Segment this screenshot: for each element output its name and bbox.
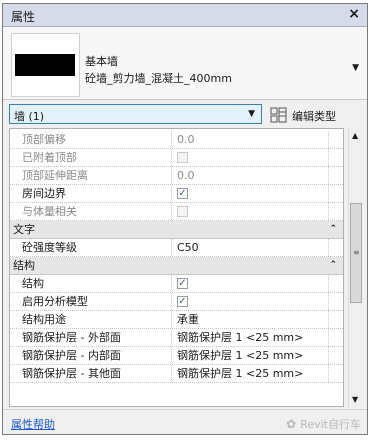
type-family-label: 基本墙 <box>85 55 118 68</box>
property-row: 顶部延伸距离 0.0 <box>10 167 343 185</box>
row-gutter <box>328 311 343 328</box>
scroll-down-icon[interactable]: ▼ <box>352 395 358 404</box>
property-name: 房间边界 <box>10 185 172 202</box>
row-gutter <box>328 329 343 346</box>
property-name: 结构用途 <box>10 311 172 328</box>
row-gutter <box>328 239 343 256</box>
wall-swatch <box>15 54 75 76</box>
type-preview-image <box>11 33 80 97</box>
row-gutter <box>328 275 343 292</box>
row-gutter <box>328 149 343 166</box>
property-value: ✓ <box>173 275 329 292</box>
property-name: 结构 <box>10 275 172 292</box>
property-group-header[interactable]: 文字 ⌃ <box>10 221 343 239</box>
properties-grid: 顶部偏移 0.0 已附着顶部 顶部延伸距离 0.0 房间边界 ✓ 与体量相关 文字 ⌃ 砼强度等级 C… <box>9 128 344 407</box>
property-value: 0.0 <box>177 133 195 146</box>
watermark: ✿ Revit自行车 <box>286 416 361 432</box>
property-row: 钢筋保护层 - 内部面 钢筋保护层 1 <25 mm> <box>10 347 343 365</box>
property-name: 钢筋保护层 - 内部面 <box>10 347 172 364</box>
property-value[interactable]: 钢筋保护层 1 <25 mm> <box>173 347 329 364</box>
edit-type-icon <box>270 107 287 123</box>
row-gutter <box>328 167 343 184</box>
row-gutter <box>328 347 343 364</box>
type-selector[interactable]: 基本墙 砼墙_剪力墙_混凝土_400mm ▼ <box>3 27 367 100</box>
property-row: 顶部偏移 0.0 <box>10 131 343 149</box>
property-value[interactable]: 钢筋保护层 1 <25 mm> <box>173 365 329 382</box>
chevron-down-icon[interactable]: ▼ <box>248 109 255 119</box>
checkbox-unchecked <box>177 152 188 163</box>
checkbox-checked[interactable]: ✓ <box>177 296 188 307</box>
checkbox-checked[interactable]: ✓ <box>177 278 188 289</box>
row-gutter <box>328 185 343 202</box>
properties-help-link[interactable]: 属性帮助 <box>11 416 55 432</box>
property-row: 钢筋保护层 - 外部面 钢筋保护层 1 <25 mm> <box>10 329 343 347</box>
properties-palette: 属性 × 基本墙 砼墙_剪力墙_混凝土_400mm ▼ 墙 (1) ▼ 编辑类型… <box>2 3 368 435</box>
chevron-down-icon[interactable]: ▼ <box>352 63 359 73</box>
instance-filter-dropdown[interactable]: 墙 (1) ▼ <box>9 104 262 124</box>
property-row: 与体量相关 <box>10 203 343 221</box>
property-name: 顶部延伸距离 <box>10 167 172 184</box>
property-name: 已附着顶部 <box>10 149 172 166</box>
collapse-icon[interactable]: ⌃ <box>329 257 337 274</box>
instance-filter-value: 墙 (1) <box>14 110 45 123</box>
property-value[interactable]: 承重 <box>173 311 329 328</box>
close-icon[interactable]: × <box>348 6 360 22</box>
row-gutter <box>328 293 343 310</box>
checkbox-checked[interactable]: ✓ <box>177 188 188 199</box>
property-value: ✓ <box>173 293 329 310</box>
type-name-label: 砼墙_剪力墙_混凝土_400mm <box>85 72 232 85</box>
row-gutter <box>328 203 343 220</box>
checkbox-unchecked <box>177 206 188 217</box>
group-label: 文字 <box>13 223 35 236</box>
property-value: 0.0 <box>177 169 195 182</box>
property-name: 钢筋保护层 - 其他面 <box>10 365 172 382</box>
property-row: 结构 ✓ <box>10 275 343 293</box>
property-row: 房间边界 ✓ <box>10 185 343 203</box>
row-gutter <box>328 365 343 382</box>
property-name: 钢筋保护层 - 外部面 <box>10 329 172 346</box>
wechat-icon: ✿ <box>286 417 297 431</box>
property-value[interactable]: 钢筋保护层 1 <25 mm> <box>173 329 329 346</box>
property-row: 钢筋保护层 - 其他面 钢筋保护层 1 <25 mm> <box>10 365 343 383</box>
palette-titlebar: 属性 × <box>3 4 367 27</box>
property-group-header[interactable]: 结构 ⌃ <box>10 257 343 275</box>
property-row: 砼强度等级 C50 <box>10 239 343 257</box>
property-name: 启用分析模型 <box>10 293 172 310</box>
property-row: 已附着顶部 <box>10 149 343 167</box>
grid-scrollbar[interactable]: ▲ ≡ ▼ <box>348 128 363 407</box>
property-row: 启用分析模型 ✓ <box>10 293 343 311</box>
property-value: ✓ <box>173 185 329 202</box>
group-label: 结构 <box>13 259 35 272</box>
filter-row: 墙 (1) ▼ 编辑类型 <box>3 104 367 126</box>
grip-icon: ≡ <box>353 248 360 257</box>
collapse-icon[interactable]: ⌃ <box>329 221 337 238</box>
property-name: 砼强度等级 <box>10 239 172 256</box>
watermark-text: Revit自行车 <box>300 418 361 431</box>
edit-type-label: 编辑类型 <box>292 110 336 123</box>
palette-footer: 属性帮助 ✿ Revit自行车 <box>3 409 367 434</box>
property-name: 顶部偏移 <box>10 131 172 148</box>
property-value <box>173 203 329 220</box>
property-row: 结构用途 承重 <box>10 311 343 329</box>
property-value[interactable]: C50 <box>173 239 329 256</box>
property-name: 与体量相关 <box>10 203 172 220</box>
palette-title: 属性 <box>11 10 36 24</box>
property-value <box>173 149 329 166</box>
row-gutter <box>328 131 343 148</box>
scrollbar-thumb[interactable]: ≡ <box>350 203 362 303</box>
scroll-up-icon[interactable]: ▲ <box>352 131 358 140</box>
